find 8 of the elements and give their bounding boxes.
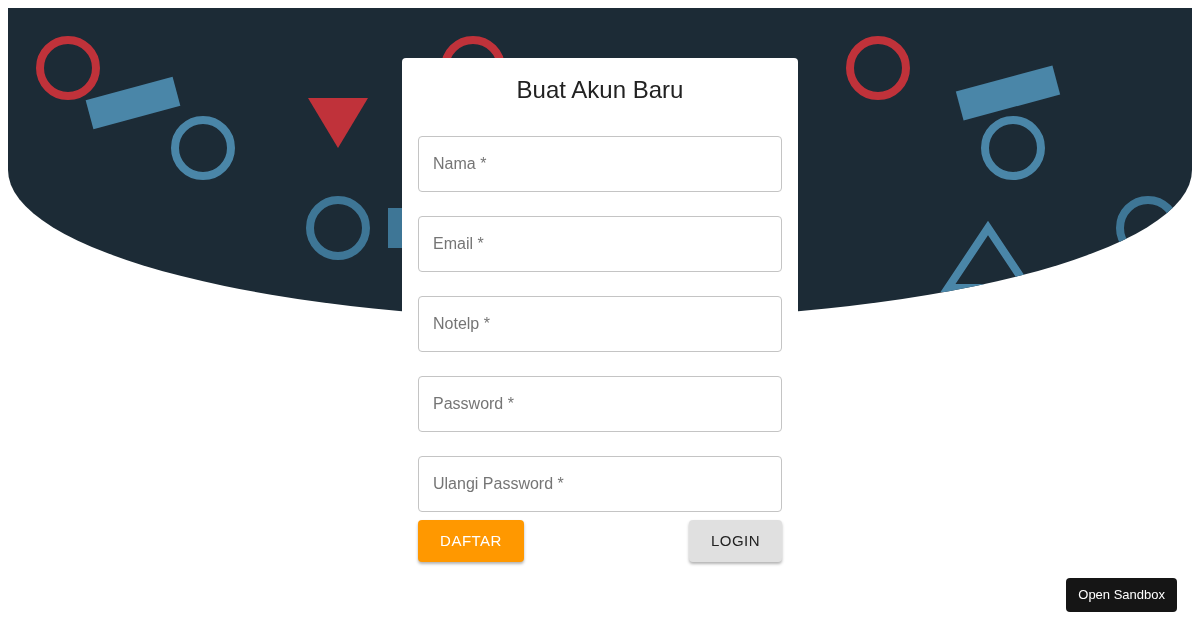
input-field[interactable]: Notelp * [418,296,782,352]
input-field[interactable]: Email * [418,216,782,272]
form-title: Buat Akun Baru [515,75,685,105]
login-button[interactable]: LOGIN [689,520,782,562]
input-field[interactable]: Ulangi Password * [418,456,782,512]
open-sandbox-button[interactable]: Open Sandbox [1066,578,1177,612]
input-field[interactable]: Nama * [418,136,782,192]
input-field[interactable]: Password * [418,376,782,432]
